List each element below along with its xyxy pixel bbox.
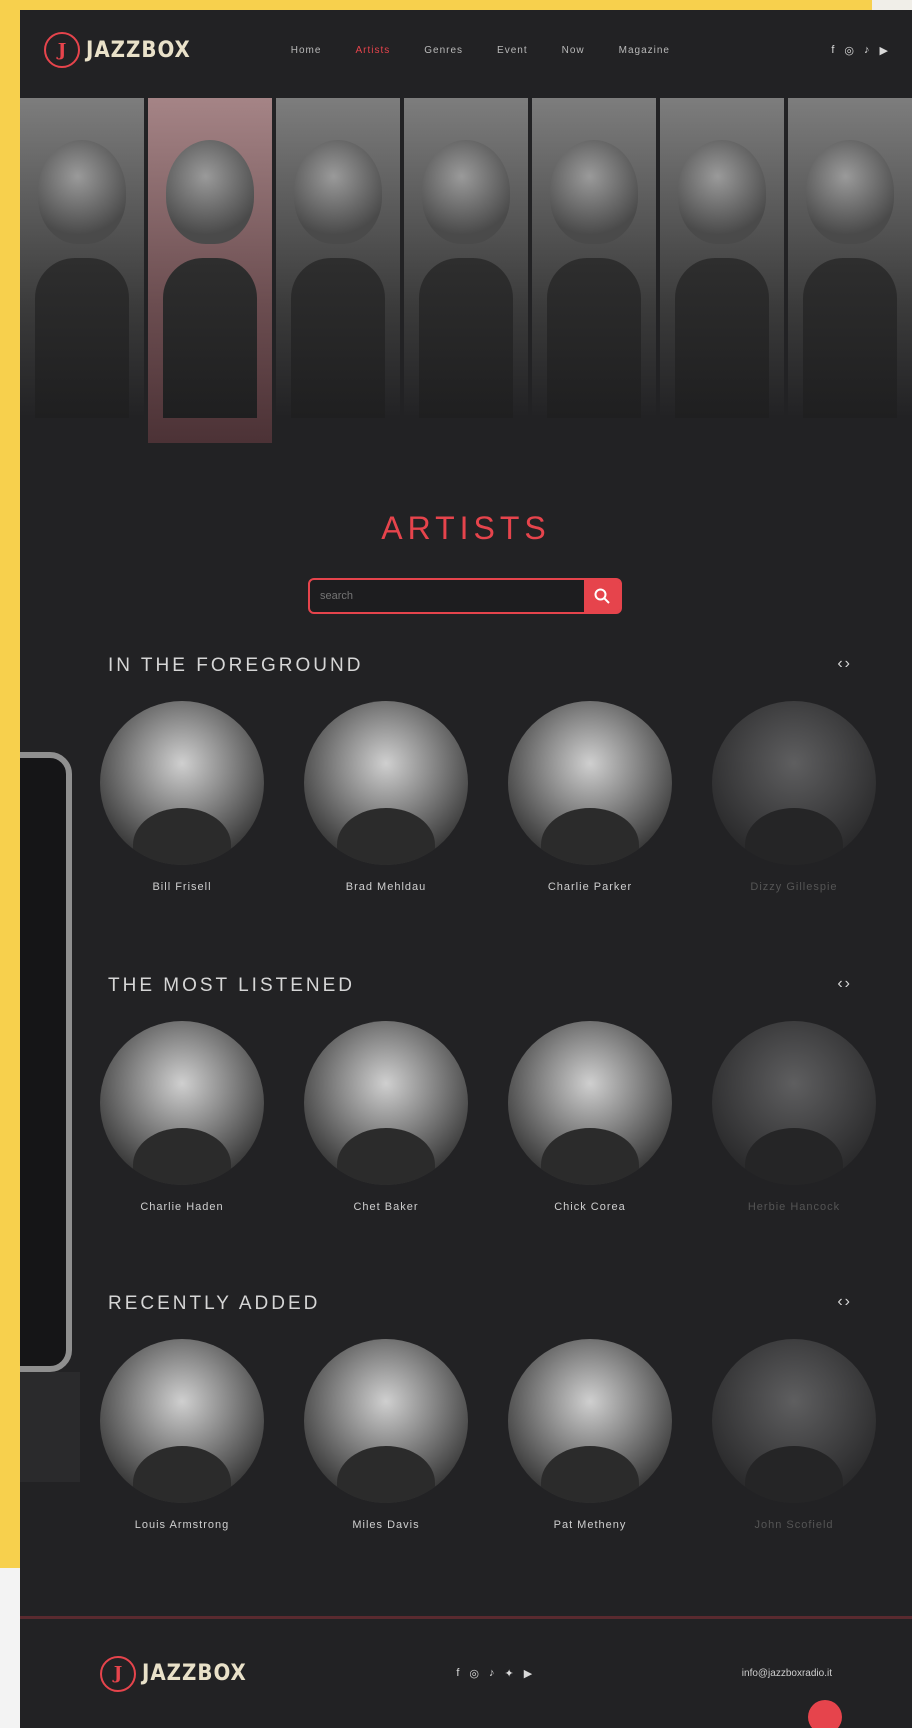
carousel-arrows[interactable]: ‹›: [837, 655, 852, 677]
menu-item-now[interactable]: Now: [562, 45, 585, 56]
youtube-icon[interactable]: ▶: [880, 44, 888, 57]
section-title: RECENTLY ADDED: [108, 1293, 321, 1314]
artist-card[interactable]: Miles Davis: [304, 1339, 468, 1531]
search-icon: [594, 588, 610, 604]
artist-card[interactable]: Bill Frisell: [100, 701, 264, 893]
website-page: J JAZZBOX Home Artists Genres Event Now …: [20, 10, 912, 1728]
logo-text: JAZZBOX: [142, 1661, 247, 1686]
artist-avatar: [100, 1339, 264, 1503]
artist-card[interactable]: Brad Mehldau: [304, 701, 468, 893]
main-menu: Home Artists Genres Event Now Magazine: [291, 45, 670, 56]
carousel-arrows[interactable]: ‹›: [837, 1293, 852, 1315]
hero-photo[interactable]: [532, 98, 656, 418]
logo-mark: J: [44, 32, 80, 68]
menu-item-event[interactable]: Event: [497, 45, 528, 56]
artist-avatar: [100, 701, 264, 865]
hero-photo[interactable]: [404, 98, 528, 418]
hero-photo[interactable]: [20, 98, 144, 418]
artist-avatar: [508, 1339, 672, 1503]
artist-avatar: [508, 1021, 672, 1185]
artist-card[interactable]: Charlie Parker: [508, 701, 672, 893]
artist-card[interactable]: John Scofield: [712, 1339, 876, 1531]
logo-text: JAZZBOX: [86, 37, 191, 63]
search-button[interactable]: [584, 579, 620, 613]
site-footer: J JAZZBOX f ◎ ♪ ✦ ▶ info@jazzboxradio.it: [20, 1619, 912, 1728]
artist-card[interactable]: Chick Corea: [508, 1021, 672, 1213]
artist-name: Charlie Haden: [140, 1201, 224, 1213]
facebook-icon[interactable]: f: [831, 44, 834, 57]
chat-button[interactable]: [808, 1700, 842, 1728]
instagram-icon[interactable]: ◎: [469, 1667, 479, 1680]
artist-name: Dizzy Gillespie: [750, 881, 838, 893]
menu-item-magazine[interactable]: Magazine: [619, 45, 670, 56]
artist-name: Pat Metheny: [553, 1519, 627, 1531]
section-title: THE MOST LISTENED: [108, 975, 356, 996]
artist-name: John Scofield: [754, 1519, 834, 1531]
contact-email[interactable]: info@jazzboxradio.it: [742, 1668, 832, 1679]
hero-photo[interactable]: [788, 98, 912, 418]
artist-avatar: [712, 701, 876, 865]
mobile-preview-base: [20, 1372, 80, 1482]
tiktok-icon[interactable]: ♪: [489, 1667, 495, 1680]
hero-photo[interactable]: [276, 98, 400, 418]
carousel-arrows[interactable]: ‹›: [837, 975, 852, 997]
tiktok-icon[interactable]: ♪: [864, 44, 870, 57]
top-navigation: J JAZZBOX Home Artists Genres Event Now …: [20, 10, 912, 90]
hero-photo-highlighted[interactable]: [148, 98, 272, 443]
menu-item-genres[interactable]: Genres: [424, 45, 463, 56]
footer-social-links: f ◎ ♪ ✦ ▶: [456, 1667, 532, 1680]
artist-name: Chet Baker: [353, 1201, 419, 1213]
artist-search: [308, 578, 622, 614]
hero-artist-strip: [20, 98, 912, 448]
youtube-icon[interactable]: ▶: [524, 1667, 532, 1680]
artist-avatar: [304, 1021, 468, 1185]
page-title: ARTISTS: [381, 510, 551, 546]
menu-item-home[interactable]: Home: [291, 45, 322, 56]
artist-card[interactable]: Herbie Hancock: [712, 1021, 876, 1213]
artist-name: Charlie Parker: [547, 881, 633, 893]
hero-photo[interactable]: [660, 98, 784, 418]
artist-name: Brad Mehldau: [345, 881, 427, 893]
site-logo[interactable]: J JAZZBOX: [44, 32, 191, 68]
artist-name: Louis Armstrong: [134, 1519, 230, 1531]
artist-card[interactable]: Dizzy Gillespie: [712, 701, 876, 893]
instagram-icon[interactable]: ◎: [844, 44, 854, 57]
artist-card[interactable]: Louis Armstrong: [100, 1339, 264, 1531]
artist-name: Chick Corea: [554, 1201, 626, 1213]
artist-name: Miles Davis: [352, 1519, 420, 1531]
footer-logo[interactable]: J JAZZBOX: [100, 1655, 247, 1692]
artist-avatar: [712, 1339, 876, 1503]
artist-avatar: [304, 701, 468, 865]
artist-name: Bill Frisell: [152, 881, 212, 893]
artist-card[interactable]: Pat Metheny: [508, 1339, 672, 1531]
social-links: f ◎ ♪ ▶: [831, 44, 888, 57]
artist-avatar: [304, 1339, 468, 1503]
logo-mark: J: [100, 1655, 136, 1692]
twitter-icon[interactable]: ✦: [505, 1667, 514, 1680]
artist-avatar: [712, 1021, 876, 1185]
artist-avatar: [508, 701, 672, 865]
artist-avatar: [100, 1021, 264, 1185]
section-title: IN THE FOREGROUND: [108, 655, 364, 676]
search-input[interactable]: [310, 580, 584, 612]
facebook-icon[interactable]: f: [456, 1667, 459, 1680]
artist-card[interactable]: Chet Baker: [304, 1021, 468, 1213]
artist-name: Herbie Hancock: [747, 1201, 841, 1213]
artist-card[interactable]: Charlie Haden: [100, 1021, 264, 1213]
mobile-preview-frame: [20, 752, 72, 1372]
menu-item-artists[interactable]: Artists: [355, 45, 390, 56]
